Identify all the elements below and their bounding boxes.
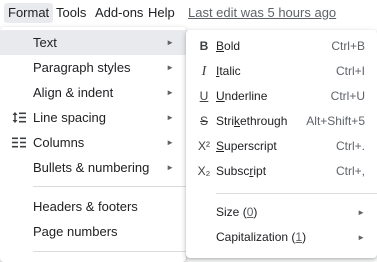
menu-item-label: Headers & footers (33, 199, 138, 214)
menu-item-superscript[interactable]: X² Superscript Ctrl+. (186, 134, 377, 159)
menu-item-label: Capitalization (1) (216, 230, 307, 244)
submenu-arrow-icon: ► (166, 138, 174, 147)
submenu-arrow-icon: ► (357, 233, 365, 242)
menu-item-label: Align & indent (33, 85, 114, 100)
menu-separator (33, 186, 186, 187)
menu-bar: Format Tools Add-ons Help Last edit was … (0, 0, 377, 26)
submenu-arrow-icon: ► (166, 63, 174, 72)
menu-item-bold[interactable]: B Bold Ctrl+B (186, 34, 377, 59)
addons-menu-button[interactable]: Add-ons (91, 3, 147, 23)
submenu-arrow-icon: ► (166, 38, 174, 47)
menu-item-label: Strikethrough (216, 114, 288, 128)
menu-item-align-indent[interactable]: Align & indent ► (0, 80, 186, 105)
keyboard-shortcut: Ctrl+B (331, 39, 365, 53)
menu-item-label: Columns (33, 135, 85, 150)
menu-item-label: Superscript (216, 139, 277, 153)
menu-item-bullets-numbering[interactable]: Bullets & numbering ► (0, 155, 186, 180)
strikethrough-icon: S (199, 114, 208, 128)
menu-item-label: Text (33, 35, 57, 50)
keyboard-shortcut: Ctrl+. (335, 139, 365, 153)
menu-item-label: Underline (216, 89, 268, 103)
menu-item-label: Size (0) (216, 205, 258, 219)
keyboard-shortcut: Alt+Shift+5 (306, 114, 365, 128)
text-submenu: B Bold Ctrl+B I Italic Ctrl+I U Underlin… (186, 30, 377, 258)
subscript-icon: X₂ (197, 164, 211, 178)
menu-item-label: Paragraph styles (33, 60, 131, 75)
menu-item-strikethrough[interactable]: S Strikethrough Alt+Shift+5 (186, 109, 377, 134)
menu-item-label: Bold (216, 39, 241, 53)
menu-item-capitalization[interactable]: Capitalization (1) ► (186, 225, 377, 250)
menu-item-size[interactable]: Size (0) ► (186, 200, 377, 225)
keyboard-shortcut: Ctrl+, (335, 164, 365, 178)
menu-item-label: Bullets & numbering (33, 160, 150, 175)
menu-item-subscript[interactable]: X₂ Subscript Ctrl+, (186, 159, 377, 184)
menu-item-columns[interactable]: Columns ► (0, 130, 186, 155)
menu-item-label: Italic (216, 64, 241, 78)
menu-item-label: Line spacing (33, 110, 106, 125)
submenu-arrow-icon: ► (357, 208, 365, 217)
line-spacing-icon (12, 112, 26, 123)
keyboard-shortcut: Ctrl+U (330, 89, 365, 103)
menu-item-headers-footers[interactable]: Headers & footers (0, 194, 186, 219)
tools-menu-button[interactable]: Tools (52, 3, 90, 23)
keyboard-shortcut: Ctrl+I (335, 64, 365, 78)
menu-item-label: Page numbers (33, 224, 118, 239)
italic-icon: I (201, 64, 207, 79)
menu-item-text[interactable]: Text ► (0, 30, 186, 55)
last-edit-link[interactable]: Last edit was 5 hours ago (188, 3, 336, 23)
underline-icon: U (199, 89, 209, 103)
menu-item-line-spacing[interactable]: Line spacing ► (0, 105, 186, 130)
menu-item-underline[interactable]: U Underline Ctrl+U (186, 84, 377, 109)
submenu-arrow-icon: ► (166, 163, 174, 172)
help-menu-button[interactable]: Help (144, 3, 179, 23)
menu-separator (33, 251, 186, 252)
menu-item-italic[interactable]: I Italic Ctrl+I (186, 59, 377, 84)
submenu-arrow-icon: ► (166, 113, 174, 122)
bold-icon: B (199, 39, 209, 53)
menu-item-label: Subscript (216, 164, 267, 178)
format-dropdown-menu: Text ► Paragraph styles ► Align & indent… (0, 27, 186, 262)
menu-separator (216, 193, 377, 194)
format-menu-button[interactable]: Format (4, 3, 54, 23)
submenu-arrow-icon: ► (166, 88, 174, 97)
superscript-icon: X² (198, 139, 210, 153)
columns-icon (12, 137, 26, 148)
menu-item-paragraph-styles[interactable]: Paragraph styles ► (0, 55, 186, 80)
menu-item-page-numbers[interactable]: Page numbers (0, 219, 186, 244)
